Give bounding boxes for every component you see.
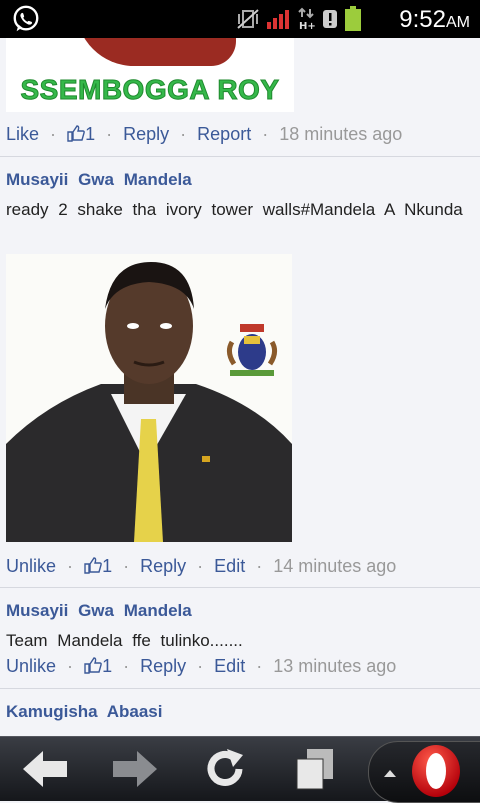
forward-icon	[113, 751, 157, 787]
alert-icon	[323, 10, 337, 28]
reply-link[interactable]: Reply	[123, 124, 169, 144]
forward-button[interactable]	[110, 745, 160, 793]
reload-button[interactable]	[200, 745, 250, 793]
vibrate-icon	[237, 9, 259, 29]
like-link[interactable]: Like	[6, 124, 39, 144]
reply-link[interactable]: Reply	[140, 556, 186, 576]
like-count[interactable]: 1	[67, 124, 95, 144]
back-icon	[23, 751, 67, 787]
comment-author[interactable]: Musayii Gwa Mandela	[6, 170, 192, 190]
divider	[0, 587, 480, 588]
attached-image[interactable]: SSEMBOGGA ROY	[6, 38, 294, 112]
thumbs-up-icon	[84, 657, 102, 674]
signal-icon	[267, 10, 289, 29]
svg-text:H+: H+	[299, 21, 316, 31]
opera-menu-icon	[412, 745, 460, 797]
comment-text: Team Mandela ffe tulinko.......	[6, 631, 243, 650]
status-bar: H+ 9:52AM	[0, 0, 480, 38]
report-link[interactable]: Report	[197, 124, 251, 144]
timestamp: 14 minutes ago	[273, 556, 397, 576]
hplus-data-icon: H+	[298, 7, 316, 31]
thumbs-up-icon	[84, 557, 102, 574]
comment-actions: Unlike · 1 · Reply · Edit · 13 minutes a…	[6, 656, 397, 676]
comment-text: ready 2 shake tha ivory tower walls#Mand…	[6, 200, 463, 219]
like-count[interactable]: 1	[84, 556, 112, 576]
back-button[interactable]	[20, 745, 70, 793]
unlike-link[interactable]: Unlike	[6, 656, 56, 676]
divider	[0, 156, 480, 157]
comment-actions: Like · 1 · Reply · Report · 18 minutes a…	[6, 124, 403, 144]
tabs-button[interactable]	[290, 745, 340, 793]
divider	[0, 688, 480, 689]
comments-page: SSEMBOGGA ROY Like · 1 · Reply · Report …	[0, 38, 480, 736]
tabs-icon	[296, 749, 333, 790]
edit-link[interactable]: Edit	[214, 556, 245, 576]
browser-toolbar	[0, 736, 480, 803]
thumbs-up-icon	[67, 125, 85, 142]
battery-icon	[345, 6, 361, 31]
edit-link[interactable]: Edit	[214, 656, 245, 676]
like-count[interactable]: 1	[84, 656, 112, 676]
unlike-link[interactable]: Unlike	[6, 556, 56, 576]
whatsapp-icon[interactable]	[10, 4, 42, 34]
clock: 9:52AM	[399, 6, 470, 33]
attached-photo[interactable]	[6, 254, 292, 542]
comment-author[interactable]: Musayii Gwa Mandela	[6, 601, 192, 621]
portrait-image	[6, 262, 292, 542]
comment-author[interactable]: Kamugisha Abaasi	[6, 702, 162, 722]
image-caption: SSEMBOGGA ROY	[20, 74, 280, 106]
timestamp: 18 minutes ago	[279, 124, 403, 144]
reload-icon	[207, 749, 243, 786]
timestamp: 13 minutes ago	[273, 656, 397, 676]
chevron-up-icon	[384, 770, 396, 777]
comment-actions: Unlike · 1 · Reply · Edit · 14 minutes a…	[6, 556, 397, 576]
reply-link[interactable]: Reply	[140, 656, 186, 676]
opera-menu-button[interactable]	[368, 741, 480, 803]
